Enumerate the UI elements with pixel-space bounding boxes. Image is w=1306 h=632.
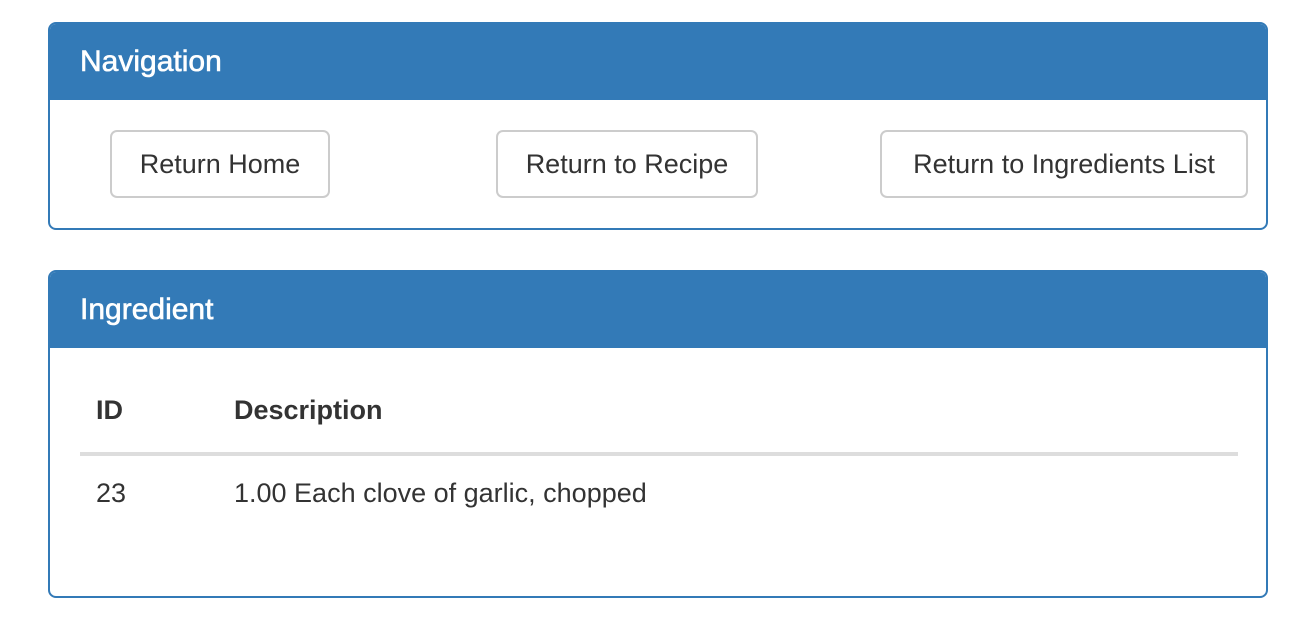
ingredient-description-cell: 1.00 Each clove of garlic, chopped	[234, 477, 647, 508]
column-header-description: Description	[218, 368, 1238, 456]
navigation-panel-title: Navigation	[50, 24, 1266, 100]
ingredient-panel: Ingredient ID Description 23 1.00 Each c…	[48, 270, 1268, 598]
return-home-button[interactable]: Return Home	[110, 130, 330, 198]
navigation-panel: Navigation Return Home Return to Recipe …	[48, 22, 1268, 230]
column-header-id: ID	[80, 368, 218, 456]
return-to-ingredients-list-button[interactable]: Return to Ingredients List	[880, 130, 1248, 198]
table-row: 23 1.00 Each clove of garlic, chopped	[80, 454, 1238, 530]
ingredient-id-cell: 23	[96, 477, 127, 508]
return-to-recipe-button[interactable]: Return to Recipe	[496, 130, 758, 198]
ingredient-table: ID Description 23 1.00 Each clove of gar…	[80, 368, 1238, 530]
navigation-panel-body: Return Home Return to Recipe Return to I…	[50, 100, 1266, 228]
table-header-row: ID Description	[80, 368, 1238, 456]
ingredient-table-container: ID Description 23 1.00 Each clove of gar…	[80, 368, 1238, 530]
ingredient-panel-title: Ingredient	[50, 272, 1266, 348]
